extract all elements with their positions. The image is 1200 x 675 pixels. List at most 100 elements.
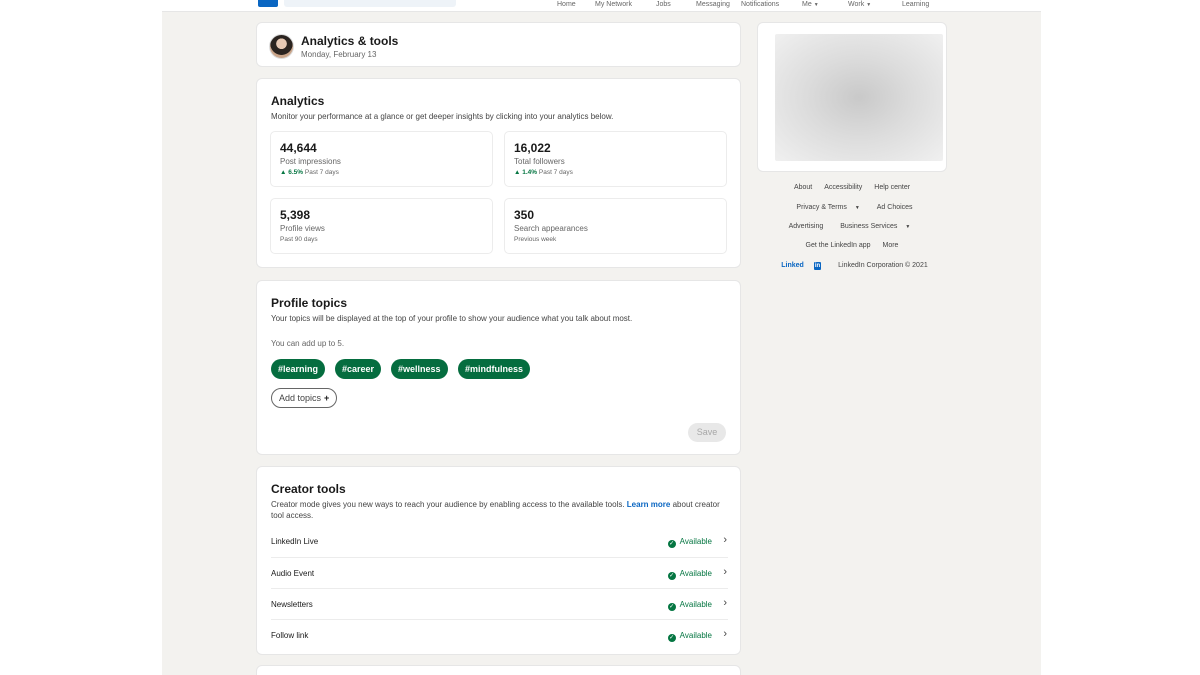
check-circle-icon: ✓ (667, 540, 676, 548)
footer-link-accessibility[interactable]: Accessibility (824, 184, 862, 191)
app-window: Home My Network Jobs Messaging Notificat… (162, 0, 1041, 675)
stat-period-label: Past 7 days (538, 169, 573, 176)
nav-jobs[interactable]: Jobs (656, 0, 671, 9)
nav-my-network[interactable]: My Network (595, 0, 632, 9)
profile-topics-card: Profile topics Your topics will be displ… (256, 280, 741, 455)
stat-period: ▲ 6.5% Past 7 days (280, 169, 339, 176)
page-date: Monday, February 13 (301, 50, 377, 59)
stat-post-impressions[interactable]: 44,644 Post impressions ▲ 6.5% Past 7 da… (270, 131, 493, 187)
analytics-card: Analytics Monitor your performance at a … (256, 78, 741, 268)
stat-label: Total followers (514, 157, 565, 166)
linkedin-logo-icon[interactable] (258, 0, 278, 7)
footer-link-label: Privacy & Terms (796, 204, 847, 211)
status-badge: ✓ Available (667, 600, 712, 611)
avatar[interactable] (269, 34, 294, 59)
check-circle-icon: ✓ (667, 572, 676, 580)
footer-links-row: Privacy & Terms ▼ Ad Choices (762, 204, 942, 211)
stat-value: 44,644 (280, 141, 317, 155)
nav-work[interactable]: Work ▼ (848, 0, 871, 10)
footer-link-business-services[interactable]: Business Services ▼ (835, 223, 915, 230)
caret-down-icon: ▼ (866, 2, 872, 8)
status-badge: ✓ Available (667, 537, 712, 548)
search-input[interactable] (284, 0, 456, 7)
creator-description-text: Creator mode gives you new ways to reach… (271, 500, 625, 509)
status-badge: ✓ Available (667, 569, 712, 580)
creator-description: Creator mode gives you new ways to reach… (271, 499, 726, 521)
tool-row-follow-link[interactable]: Follow link ✓ Available › (271, 619, 728, 650)
topic-tag[interactable]: #mindfulness (458, 359, 531, 379)
learn-more-link[interactable]: Learn more (627, 500, 671, 509)
stat-search-appearances[interactable]: 350 Search appearances Previous week (504, 198, 727, 254)
status-badge: ✓ Available (667, 631, 712, 642)
stat-label: Search appearances (514, 224, 588, 233)
stat-change: ▲ 6.5% (280, 169, 304, 176)
page-title: Analytics & tools (301, 34, 399, 48)
tool-name: Follow link (271, 631, 309, 640)
nav-notifications[interactable]: Notifications (741, 0, 779, 9)
nav-home[interactable]: Home (557, 0, 576, 9)
ad-card[interactable] (757, 22, 947, 172)
footer-link-label: Business Services (840, 223, 898, 230)
caret-down-icon: ▼ (854, 205, 860, 211)
stat-total-followers[interactable]: 16,022 Total followers ▲ 1.4% Past 7 day… (504, 131, 727, 187)
stat-label: Profile views (280, 224, 325, 233)
footer-link-more[interactable]: More (883, 242, 899, 249)
analytics-title: Analytics (271, 94, 325, 108)
nav-messaging[interactable]: Messaging (696, 0, 730, 9)
nav-learning[interactable]: Learning (902, 0, 929, 9)
stat-value: 350 (514, 208, 535, 222)
stat-period: Previous week (514, 236, 557, 243)
status-label: Available (679, 537, 712, 546)
copyright-text: LinkedIn Corporation © 2021 (838, 262, 928, 269)
brand-in-icon: in (813, 262, 822, 270)
topic-tag[interactable]: #learning (271, 359, 326, 379)
footer-link-privacy-terms[interactable]: Privacy & Terms ▼ (791, 204, 864, 211)
top-navigation-bar: Home My Network Jobs Messaging Notificat… (162, 0, 1041, 12)
status-label: Available (679, 600, 712, 609)
stat-value: 16,022 (514, 141, 551, 155)
check-circle-icon: ✓ (667, 634, 676, 642)
footer-links-row: About Accessibility Help center (762, 184, 942, 191)
chevron-right-icon: › (723, 628, 727, 640)
caret-down-icon: ▼ (813, 2, 819, 8)
caret-down-icon: ▼ (905, 224, 911, 230)
footer-links-row: Get the LinkedIn app More (762, 242, 942, 249)
nav-me-label: Me (802, 1, 812, 8)
brand-text: Linked (781, 262, 804, 269)
topic-tag[interactable]: #wellness (391, 359, 448, 379)
status-label: Available (679, 569, 712, 578)
chevron-right-icon: › (723, 597, 727, 609)
footer-link-get-app[interactable]: Get the LinkedIn app (806, 242, 871, 249)
analytics-description: Monitor your performance at a glance or … (271, 112, 614, 121)
creator-title: Creator tools (271, 482, 346, 496)
next-section-card (256, 665, 741, 675)
nav-me[interactable]: Me ▼ (802, 0, 819, 10)
topics-description: Your topics will be displayed at the top… (271, 314, 633, 323)
footer-link-help-center[interactable]: Help center (874, 184, 910, 191)
tool-row-linkedin-live[interactable]: LinkedIn Live ✓ Available › (271, 526, 728, 557)
status-label: Available (679, 631, 712, 640)
topic-tag[interactable]: #career (335, 359, 382, 379)
plus-icon: + (324, 393, 330, 403)
tool-name: Newsletters (271, 600, 313, 609)
save-button[interactable]: Save (688, 423, 726, 442)
stat-label: Post impressions (280, 157, 341, 166)
add-topics-label: Add topics (279, 393, 322, 403)
tool-name: Audio Event (271, 569, 315, 578)
footer-copyright: Linked in LinkedIn Corporation © 2021 (762, 262, 942, 270)
add-topics-button[interactable]: Add topics + (271, 388, 338, 408)
footer-link-ad-choices[interactable]: Ad Choices (877, 204, 913, 211)
footer-links-row: Advertising Business Services ▼ (762, 223, 942, 230)
footer-link-about[interactable]: About (794, 184, 812, 191)
tool-name: LinkedIn Live (271, 537, 319, 546)
stat-period-label: Past 7 days (304, 169, 339, 176)
stat-period: Past 90 days (280, 236, 318, 243)
tool-row-audio-event[interactable]: Audio Event ✓ Available › (271, 557, 728, 588)
topics-title: Profile topics (271, 296, 348, 310)
topics-limit-note: You can add up to 5. (271, 339, 345, 348)
chevron-right-icon: › (723, 566, 727, 578)
page-header-card: Analytics & tools Monday, February 13 (256, 22, 741, 67)
tool-row-newsletters[interactable]: Newsletters ✓ Available › (271, 588, 728, 619)
footer-link-advertising[interactable]: Advertising (789, 223, 824, 230)
stat-profile-views[interactable]: 5,398 Profile views Past 90 days (270, 198, 493, 254)
